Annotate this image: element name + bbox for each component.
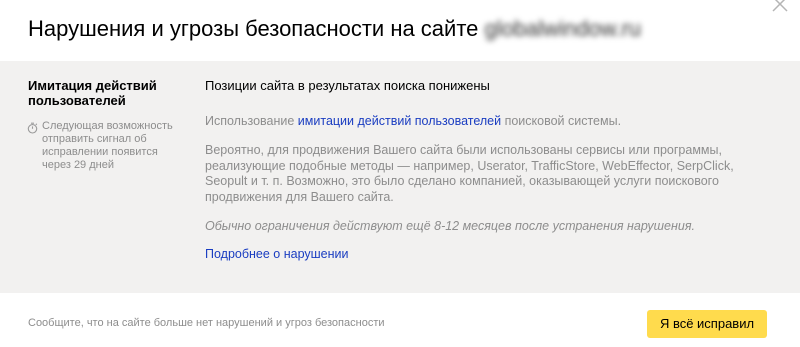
violation-name: Имитация действий пользователей (28, 78, 157, 108)
usage-paragraph: Использование имитации действий пользова… (205, 114, 765, 129)
usage-text-after: поисковой системы. (501, 114, 622, 128)
violation-sidebar: Имитация действий пользователей Следующа… (27, 78, 178, 172)
resubmit-timer: Следующая возможность отправить сигнал о… (27, 120, 178, 172)
timer-text: Следующая возможность отправить сигнал о… (42, 120, 173, 171)
dialog-footer: Сообщите, что на сайте больше нет наруше… (0, 293, 800, 347)
security-violations-dialog: Нарушения и угрозы безопасности на сайте… (0, 0, 800, 347)
violation-details: Позиции сайта в результатах поиска пониж… (205, 78, 765, 262)
dialog-title-text: Нарушения и угрозы безопасности на сайте (28, 16, 485, 41)
close-icon[interactable] (770, 0, 790, 14)
more-info: Подробнее о нарушении (205, 247, 765, 262)
usage-text-before: Использование (205, 114, 298, 128)
explanation-paragraph: Вероятно, для продвижения Вашего сайта б… (205, 143, 734, 204)
dialog-header: Нарушения и угрозы безопасности на сайте… (0, 0, 800, 61)
site-domain: globalwindow.ru (484, 16, 642, 41)
footer-hint: Сообщите, что на сайте больше нет наруше… (28, 317, 385, 329)
more-about-violation-link[interactable]: Подробнее о нарушении (205, 247, 349, 261)
stopwatch-icon (27, 121, 38, 134)
dialog-title: Нарушения и угрозы безопасности на сайте… (28, 15, 641, 43)
fixed-everything-button[interactable]: Я всё исправил (647, 310, 767, 338)
violation-type-link[interactable]: имитации действий пользователей (298, 114, 501, 128)
violation-panel: Имитация действий пользователей Следующа… (0, 61, 800, 293)
restriction-note: Обычно ограничения действуют ещё 8-12 ме… (205, 219, 695, 233)
issue-title: Позиции сайта в результатах поиска пониж… (205, 78, 490, 93)
